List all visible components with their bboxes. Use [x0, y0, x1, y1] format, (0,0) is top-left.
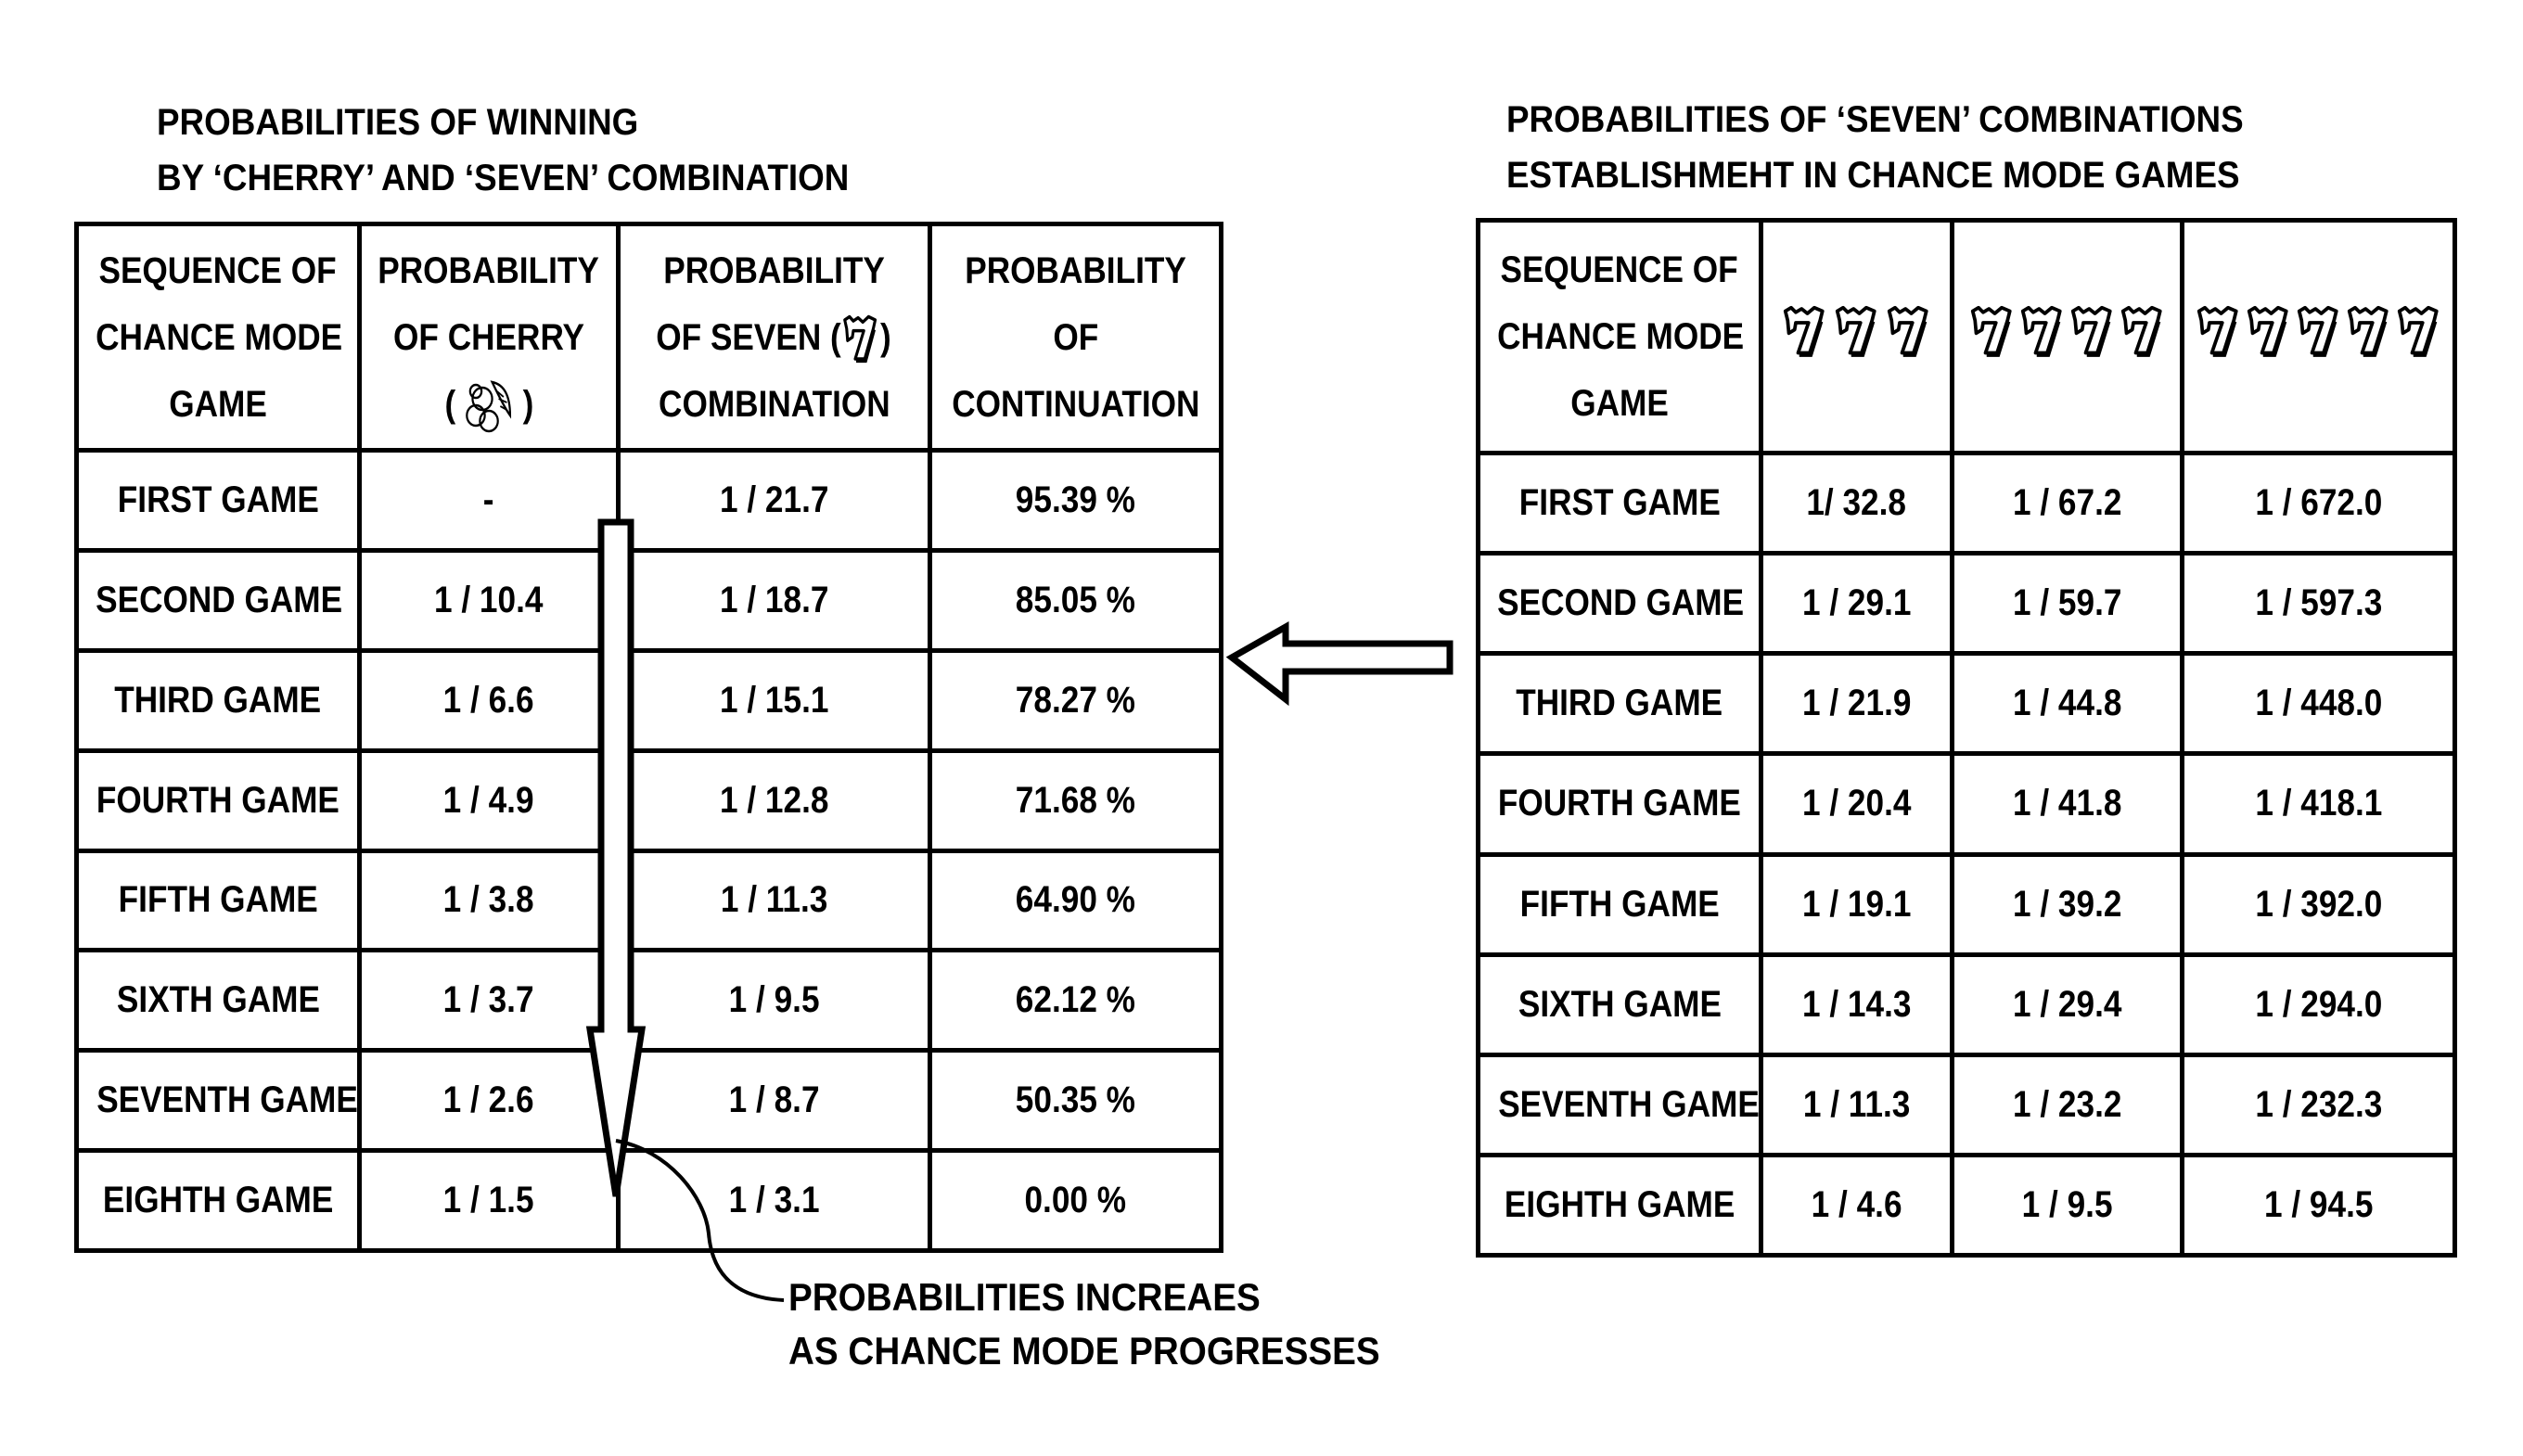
annotation-line-2: AS CHANCE MODE PROGRESSES	[788, 1329, 1380, 1373]
annotation-overlay	[585, 518, 1454, 1302]
annotation-line-1: PROBABILITIES INCREAES	[788, 1275, 1261, 1319]
progress-annotation: PROBABILITIES INCREAES AS CHANCE MODE PR…	[788, 1271, 1380, 1378]
callout-leader-line	[615, 1139, 785, 1302]
down-arrow-icon	[585, 518, 647, 1197]
left-arrow-icon	[1225, 620, 1454, 707]
